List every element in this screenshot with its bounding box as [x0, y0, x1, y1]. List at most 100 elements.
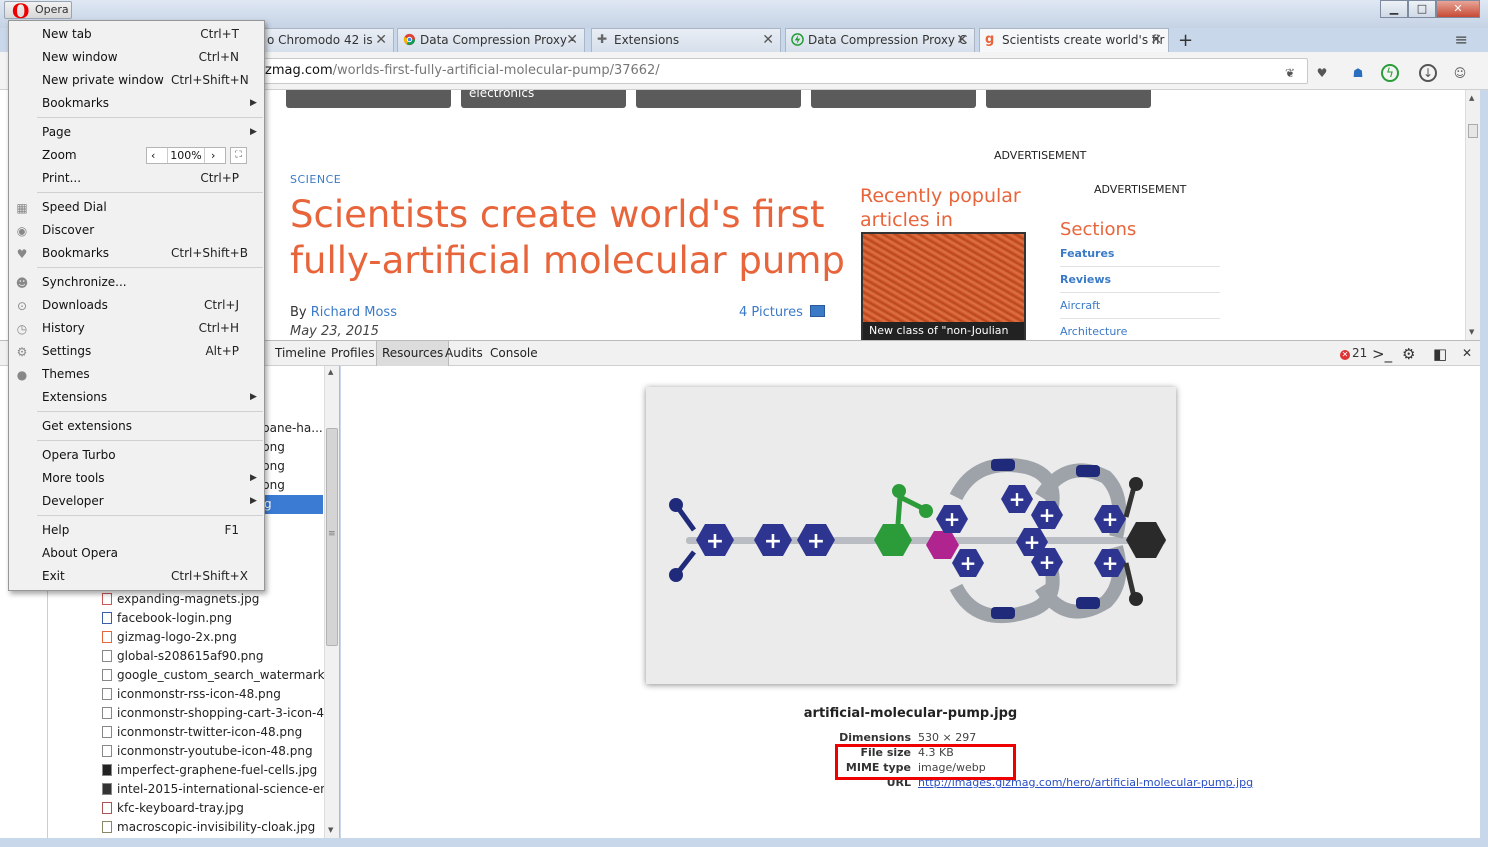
- devtools-tab-resources[interactable]: Resources: [376, 341, 450, 366]
- menu-item-bookmarks[interactable]: ♥ Bookmarks Ctrl+Shift+B: [9, 242, 264, 265]
- scroll-thumb[interactable]: [1468, 124, 1478, 138]
- menu-item-bookmarks-submenu[interactable]: Bookmarks ▶: [9, 92, 264, 115]
- dock-icon[interactable]: ◧: [1433, 345, 1447, 363]
- zoom-out-icon[interactable]: ‹: [151, 148, 155, 163]
- account-icon[interactable]: ☺: [1451, 64, 1469, 82]
- error-icon: ✕: [1340, 350, 1350, 360]
- heart-icon[interactable]: ♥: [1313, 64, 1331, 82]
- tree-item-partial[interactable]: bane-ha...: [262, 419, 323, 438]
- nav-item[interactable]: [286, 90, 451, 108]
- menu-item-synchronize[interactable]: ☻ Synchronize...: [9, 271, 264, 294]
- address-bar[interactable]: zmag.com/worlds-first-fully-artificial-m…: [236, 58, 1308, 84]
- menu-item-exit[interactable]: Exit Ctrl+Shift+X: [9, 565, 264, 588]
- menu-item-new-tab[interactable]: New tab Ctrl+T: [9, 23, 264, 46]
- tree-item[interactable]: google_custom_search_watermark.gif: [102, 666, 324, 685]
- recent-article-thumbnail[interactable]: New class of "non-Joulian: [861, 232, 1026, 340]
- tree-scroll-thumb[interactable]: ≡: [326, 428, 338, 646]
- tree-item[interactable]: imperfect-graphene-fuel-cells.jpg: [102, 761, 324, 780]
- tab-scientists-active[interactable]: g Scientists create world's fir ✕: [979, 28, 1169, 52]
- tab-data-compression-1[interactable]: Data Compression Proxy - ✕: [397, 28, 585, 52]
- tab-extensions[interactable]: ✚ Extensions ✕: [591, 28, 781, 52]
- close-tab-icon[interactable]: ✕: [1150, 29, 1162, 51]
- tree-item[interactable]: iconmonstr-rss-icon-48.png: [102, 685, 324, 704]
- error-counter[interactable]: ✕ 21: [1340, 346, 1367, 360]
- menu-item-opera-turbo[interactable]: Opera Turbo: [9, 444, 264, 467]
- svg-text:+: +: [1102, 507, 1119, 531]
- section-link-architecture[interactable]: Architecture: [1060, 323, 1220, 340]
- menu-item-new-private-window[interactable]: New private window Ctrl+Shift+N: [9, 69, 264, 92]
- minimize-icon[interactable]: ▁: [1380, 0, 1408, 18]
- tree-item-partial[interactable]: png: [262, 438, 285, 457]
- pictures-link[interactable]: 4 Pictures: [739, 305, 826, 320]
- tree-item[interactable]: expanding-magnets.jpg: [102, 590, 324, 609]
- section-link-aircraft[interactable]: Aircraft: [1060, 297, 1220, 319]
- devtools-tab-profiles[interactable]: Profiles: [326, 341, 380, 366]
- tree-item[interactable]: global-s208615af90.png: [102, 647, 324, 666]
- close-tab-icon[interactable]: ✕: [375, 29, 387, 51]
- devtools-tab-console[interactable]: Console: [485, 341, 543, 366]
- nav-item-electronics[interactable]: electronics: [461, 90, 626, 108]
- tree-item[interactable]: iconmonstr-youtube-icon-48.png: [102, 742, 324, 761]
- devtools-tab-timeline[interactable]: Timeline: [270, 341, 331, 366]
- tree-item[interactable]: iconmonstr-shopping-cart-3-icon-48...: [102, 704, 324, 723]
- maximize-icon[interactable]: □: [1408, 0, 1436, 18]
- menu-item-themes[interactable]: ● Themes: [9, 363, 264, 386]
- close-devtools-icon[interactable]: ✕: [1462, 346, 1472, 360]
- file-name: macroscopic-invisibility-cloak.jpg: [117, 820, 316, 834]
- menu-item-more-tools[interactable]: More tools ▶: [9, 467, 264, 490]
- menu-item-history[interactable]: ◷ History Ctrl+H: [9, 317, 264, 340]
- tree-item[interactable]: gizmag-logo-2x.png: [102, 628, 324, 647]
- scroll-up-icon[interactable]: ▲: [328, 368, 333, 376]
- tree-item-partial[interactable]: png: [262, 457, 285, 476]
- page-scrollbar[interactable]: ▲ ▼: [1465, 90, 1480, 340]
- menu-item-about-opera[interactable]: About Opera: [9, 542, 264, 565]
- menu-item-page[interactable]: Page ▶: [9, 121, 264, 144]
- menu-item-get-extensions[interactable]: Get extensions: [9, 415, 264, 438]
- close-tab-icon[interactable]: ✕: [762, 29, 774, 51]
- author-link[interactable]: Richard Moss: [311, 305, 397, 320]
- section-link-reviews[interactable]: Reviews: [1060, 271, 1220, 293]
- tree-item[interactable]: macroscopic-invisibility-cloak.jpg: [102, 818, 324, 837]
- menu-item-discover[interactable]: ◉ Discover: [9, 219, 264, 242]
- leaf-icon[interactable]: ❦: [1281, 64, 1299, 82]
- tree-item-selected[interactable]: g: [262, 495, 323, 514]
- nav-item[interactable]: [986, 90, 1151, 108]
- zoom-in-icon[interactable]: ›: [211, 148, 215, 163]
- scroll-down-icon[interactable]: ▼: [328, 826, 333, 834]
- tree-item[interactable]: intel-2015-international-science-engi...: [102, 780, 324, 799]
- tree-item-partial[interactable]: png: [262, 476, 285, 495]
- tree-item[interactable]: iconmonstr-twitter-icon-48.png: [102, 723, 324, 742]
- scroll-up-icon[interactable]: ▲: [1469, 94, 1474, 102]
- opera-menu-button[interactable]: O Opera: [4, 1, 72, 21]
- category-link[interactable]: SCIENCE: [290, 173, 341, 186]
- nav-item[interactable]: [811, 90, 976, 108]
- menu-item-downloads[interactable]: ⊙ Downloads Ctrl+J: [9, 294, 264, 317]
- menu-item-developer[interactable]: Developer ▶: [9, 490, 264, 513]
- turbo-icon[interactable]: ϟ: [1381, 64, 1399, 82]
- tree-item[interactable]: facebook-login.png: [102, 609, 324, 628]
- menu-item-help[interactable]: Help F1: [9, 519, 264, 542]
- menu-item-settings[interactable]: ⚙ Settings Alt+P: [9, 340, 264, 363]
- nav-item[interactable]: [636, 90, 801, 108]
- svg-text:+: +: [960, 551, 977, 575]
- menu-item-extensions[interactable]: Extensions ▶: [9, 386, 264, 409]
- fullscreen-icon[interactable]: ⛶: [230, 147, 247, 164]
- download-icon[interactable]: ↓: [1419, 64, 1437, 82]
- menu-item-speed-dial[interactable]: ▦ Speed Dial: [9, 196, 264, 219]
- devtools-tab-audits[interactable]: Audits: [440, 341, 488, 366]
- close-icon[interactable]: ✕: [1436, 0, 1480, 18]
- ghostery-icon[interactable]: ☗: [1349, 64, 1367, 82]
- menu-item-print[interactable]: Print... Ctrl+P: [9, 167, 264, 190]
- tab-data-compression-2[interactable]: Data Compression Proxy C ✕: [785, 28, 975, 52]
- console-drawer-icon[interactable]: >_: [1372, 345, 1392, 363]
- close-tab-icon[interactable]: ✕: [956, 29, 968, 51]
- menu-item-new-window[interactable]: New window Ctrl+N: [9, 46, 264, 69]
- tab-menu-icon[interactable]: ≡: [1455, 30, 1468, 49]
- settings-gear-icon[interactable]: ⚙: [1402, 345, 1415, 363]
- new-tab-button[interactable]: +: [1178, 30, 1193, 51]
- tree-item[interactable]: kfc-keyboard-tray.jpg: [102, 799, 324, 818]
- tab-chromodo[interactable]: o Chromodo 42 is ✕: [262, 28, 394, 52]
- close-tab-icon[interactable]: ✕: [566, 29, 578, 51]
- scroll-down-icon[interactable]: ▼: [1469, 328, 1474, 336]
- section-link-features[interactable]: Features: [1060, 245, 1220, 267]
